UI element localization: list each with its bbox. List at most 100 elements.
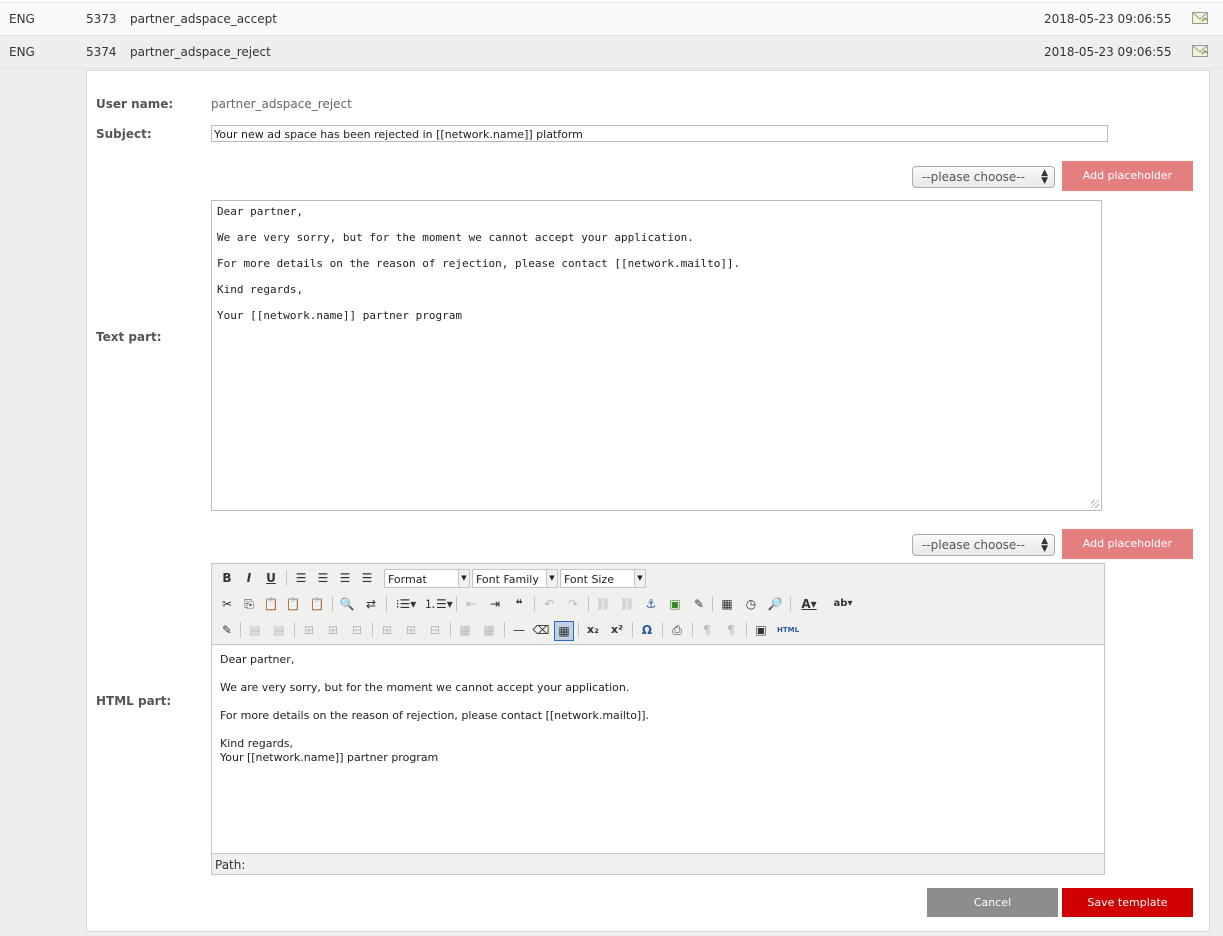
visual-aid-icon[interactable]: ▦	[554, 621, 574, 641]
html-paragraph: Kind regards, Your [[network.name]] part…	[220, 737, 1096, 765]
toolbar-separator	[386, 596, 387, 612]
envelope-icon[interactable]	[1192, 45, 1208, 57]
html-source-button[interactable]: HTML	[774, 621, 802, 639]
print-icon[interactable]: ⎙	[668, 621, 686, 639]
chevron-down-icon: ▼	[546, 570, 557, 587]
row-date: 2018-05-23 09:06:55	[1044, 12, 1172, 26]
placeholder-select-value: --please choose--	[922, 170, 1025, 184]
insert-date-icon[interactable]: ▦	[718, 595, 736, 613]
delete-col-icon[interactable]: ⊟	[426, 621, 444, 639]
html-line: Kind regards,	[220, 737, 294, 750]
toolbar-separator	[240, 622, 241, 638]
paste-icon[interactable]: 📋	[262, 595, 280, 613]
subscript-icon[interactable]: x₂	[584, 621, 602, 639]
row-after-icon[interactable]: ⊞	[324, 621, 342, 639]
placeholder-select[interactable]: --please choose-- ▲ ▼	[912, 166, 1055, 188]
superscript-icon[interactable]: x²	[608, 621, 626, 639]
chevron-down-icon: ▼	[634, 570, 645, 587]
select-arrows-icon: ▲ ▼	[1041, 168, 1048, 186]
rtl-icon[interactable]: ¶	[722, 621, 740, 639]
outdent-icon[interactable]: ⇤	[462, 595, 480, 613]
row-name[interactable]: partner_adspace_reject	[130, 45, 271, 59]
cancel-button[interactable]: Cancel	[927, 888, 1058, 917]
align-right-icon[interactable]: ☰	[336, 569, 354, 587]
find-icon[interactable]: 🔍	[338, 595, 356, 613]
row-name[interactable]: partner_adspace_accept	[130, 12, 277, 26]
align-left-icon[interactable]: ☰	[292, 569, 310, 587]
row-id: 5373	[86, 12, 117, 26]
preview-icon[interactable]: 🔎	[766, 595, 784, 613]
add-placeholder-button[interactable]: Add placeholder	[1062, 529, 1193, 559]
replace-icon[interactable]: ⇄	[362, 595, 380, 613]
ltr-icon[interactable]: ¶	[698, 621, 716, 639]
subject-input[interactable]: Your new ad space has been rejected in […	[211, 125, 1108, 142]
underline-icon[interactable]: U	[262, 569, 280, 587]
col-before-icon[interactable]: ⊞	[378, 621, 396, 639]
toolbar-separator	[632, 622, 633, 638]
link-icon[interactable]: ⛓	[594, 595, 612, 613]
table-row-props-icon[interactable]: ▤	[246, 621, 264, 639]
remove-format-icon[interactable]: ⌫	[532, 621, 550, 639]
html-editor-body[interactable]: Dear partner, We are very sorry, but for…	[212, 644, 1104, 854]
editor-toolbar-row: B I U ☰ ☰ ☰ ☰ Format ▼ Font Family ▼ Font …	[216, 567, 1100, 589]
html-paragraph: Dear partner,	[220, 653, 295, 666]
text-line: For more details on the reason of reject…	[217, 257, 741, 270]
table-cell-props-icon[interactable]: ▤	[270, 621, 288, 639]
cleanup-icon[interactable]: ✎	[690, 595, 708, 613]
unlink-icon[interactable]: ⛓	[618, 595, 636, 613]
bold-icon[interactable]: B	[218, 569, 236, 587]
row-before-icon[interactable]: ⊞	[300, 621, 318, 639]
editor-path-label: Path:	[215, 858, 246, 872]
align-center-icon[interactable]: ☰	[314, 569, 332, 587]
highlight-color-icon[interactable]: ab▾	[828, 595, 858, 613]
font-size-select[interactable]: Font Size ▼	[560, 569, 646, 588]
merge-cells-icon[interactable]: ▦	[480, 621, 498, 639]
bullet-list-icon[interactable]: ⁝☰▾	[392, 595, 420, 613]
redo-icon[interactable]: ↷	[564, 595, 582, 613]
text-color-icon[interactable]: A▾	[796, 595, 822, 613]
resize-grip-icon[interactable]	[1091, 500, 1099, 508]
delete-row-icon[interactable]: ⊟	[348, 621, 366, 639]
save-template-button[interactable]: Save template	[1062, 888, 1193, 917]
anchor-icon[interactable]: ⚓	[642, 595, 660, 613]
toolbar-separator	[588, 596, 589, 612]
paste-text-icon[interactable]: 📋	[284, 595, 302, 613]
format-select[interactable]: Format ▼	[384, 569, 470, 588]
fullscreen-icon[interactable]: ▣	[752, 621, 770, 639]
font-family-select-value: Font Family	[476, 573, 539, 586]
image-icon[interactable]: ▣	[666, 595, 684, 613]
row-id: 5374	[86, 45, 117, 59]
envelope-icon[interactable]	[1192, 12, 1208, 24]
cut-icon[interactable]: ✂	[218, 595, 236, 613]
insert-time-icon[interactable]: ◷	[742, 595, 760, 613]
template-row[interactable]: ENG 5373 partner_adspace_accept 2018-05-…	[0, 2, 1223, 36]
undo-icon[interactable]: ↶	[540, 595, 558, 613]
add-placeholder-button[interactable]: Add placeholder	[1062, 161, 1193, 191]
toolbar-separator	[578, 622, 579, 638]
edit-css-icon[interactable]: ✎	[218, 621, 236, 639]
toolbar-separator	[692, 622, 693, 638]
placeholder-select[interactable]: --please choose-- ▲ ▼	[912, 534, 1055, 556]
special-char-icon[interactable]: Ω	[638, 621, 656, 639]
indent-icon[interactable]: ⇥	[486, 595, 504, 613]
numbered-list-icon[interactable]: ⒈☰▾	[424, 595, 453, 613]
align-justify-icon[interactable]: ☰	[358, 569, 376, 587]
placeholder-select-value: --please choose--	[922, 538, 1025, 552]
col-after-icon[interactable]: ⊞	[402, 621, 420, 639]
toolbar-separator	[286, 570, 287, 586]
row-lang: ENG	[9, 45, 35, 59]
split-cells-icon[interactable]: ▦	[456, 621, 474, 639]
toolbar-separator	[456, 596, 457, 612]
font-family-select[interactable]: Font Family ▼	[472, 569, 558, 588]
text-part-textarea[interactable]: Dear partner, We are very sorry, but for…	[211, 200, 1102, 511]
copy-icon[interactable]: ⎘	[240, 595, 258, 613]
editor-toolbar-row: ✎ ▤ ▤ ⊞ ⊞ ⊟ ⊞ ⊞ ⊟ ▦ ▦ — ⌫ ▦ x₂ x² Ω ⎙ ¶ …	[216, 619, 1100, 641]
text-line: Your [[network.name]] partner program	[217, 309, 463, 322]
toolbar-separator	[534, 596, 535, 612]
template-row[interactable]: ENG 5374 partner_adspace_reject 2018-05-…	[0, 36, 1223, 69]
horizontal-rule-icon[interactable]: —	[510, 621, 528, 639]
italic-icon[interactable]: I	[240, 569, 258, 587]
blockquote-icon[interactable]: ❝	[510, 595, 528, 613]
paste-word-icon[interactable]: 📋	[308, 595, 326, 613]
html-paragraph: For more details on the reason of reject…	[220, 709, 650, 722]
